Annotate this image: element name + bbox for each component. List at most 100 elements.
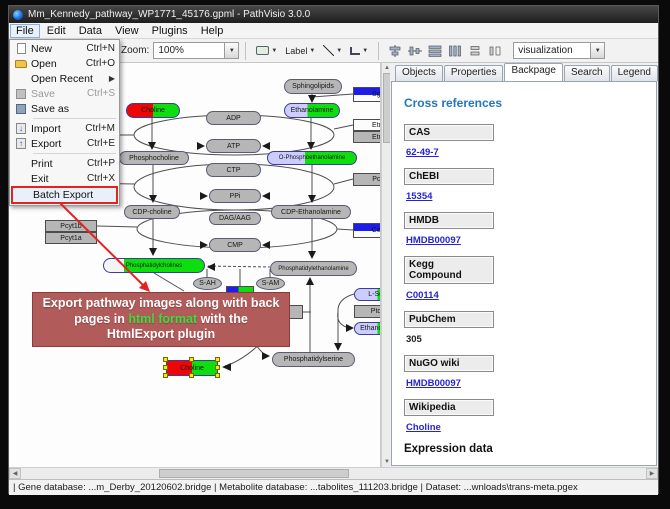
tab-objects[interactable]: Objects bbox=[395, 65, 443, 81]
node-label: S-AM bbox=[262, 280, 280, 287]
node-phosphocholine[interactable]: Phosphocholine bbox=[119, 151, 189, 165]
tab-search[interactable]: Search bbox=[564, 65, 610, 81]
connector-tool-button[interactable]: ▼ bbox=[346, 41, 372, 60]
horizontal-scroll-thumb[interactable] bbox=[159, 469, 349, 478]
file-menu: NewCtrl+NOpenCtrl+OOpen Recent▶SaveCtrl+… bbox=[9, 39, 120, 206]
node-sphingolipids[interactable]: Sphingolipids bbox=[284, 79, 342, 94]
file-menu-item-open-recent[interactable]: Open Recent▶ bbox=[11, 71, 118, 86]
xref-link[interactable]: 62-49-7 bbox=[406, 147, 656, 158]
line-tool-button[interactable]: ▼ bbox=[319, 41, 346, 60]
menu-file[interactable]: File bbox=[10, 24, 40, 38]
selection-handle[interactable] bbox=[163, 357, 168, 362]
scroll-left-arrow[interactable]: ◀ bbox=[9, 468, 21, 479]
selection-handle[interactable] bbox=[163, 373, 168, 378]
file-menu-item-save-as[interactable]: Save as bbox=[11, 101, 118, 116]
node-label: Sphingolipids bbox=[292, 83, 334, 90]
xref-title: CAS bbox=[404, 124, 494, 141]
file-menu-item-save[interactable]: SaveCtrl+S bbox=[11, 86, 118, 101]
distribute-vertical-button[interactable] bbox=[425, 41, 445, 60]
node-sgpl1[interactable]: Sgpl1 bbox=[353, 87, 381, 102]
file-menu-item-exit[interactable]: ExitCtrl+X bbox=[11, 171, 118, 186]
stack-vertical-button[interactable] bbox=[465, 41, 485, 60]
selection-handle[interactable] bbox=[215, 373, 220, 378]
stack-horizontal-button[interactable] bbox=[485, 41, 505, 60]
node-label: PPi bbox=[230, 193, 241, 200]
node-s-am[interactable]: S-AM bbox=[256, 277, 285, 290]
node-ptdss2[interactable]: Ptdss2 bbox=[354, 305, 381, 318]
node-label: ATP bbox=[227, 143, 240, 150]
node-label: Ethanolamine bbox=[360, 325, 380, 332]
screenshot-stage: Mm_Kennedy_pathway_WP1771_45176.gpml - P… bbox=[0, 0, 670, 509]
save-as-icon bbox=[16, 104, 26, 114]
align-center-button[interactable] bbox=[385, 41, 405, 60]
node-ppi[interactable]: PPi bbox=[209, 189, 261, 203]
xref-section-cas: CAS 62-49-7 bbox=[404, 124, 656, 158]
node-ctp[interactable]: CTP bbox=[206, 163, 261, 177]
node-dag-aag[interactable]: DAG/AAG bbox=[209, 212, 261, 225]
visualization-dropdown-button[interactable]: ▼ bbox=[590, 43, 604, 58]
node-pcyt2[interactable]: Pcyt2 bbox=[353, 173, 381, 186]
xref-link[interactable]: C00114 bbox=[406, 290, 656, 301]
node-cmp[interactable]: CMP bbox=[209, 238, 261, 252]
visualization-combobox[interactable]: visualization ▼ bbox=[513, 42, 605, 59]
node-choline-top[interactable]: Choline bbox=[126, 103, 180, 118]
menu-edit[interactable]: Edit bbox=[41, 24, 72, 38]
tab-properties[interactable]: Properties bbox=[444, 65, 504, 81]
side-panel-tabs: ObjectsPropertiesBackpageSearchLegend bbox=[390, 63, 658, 81]
file-menu-item-open[interactable]: OpenCtrl+O bbox=[11, 56, 118, 71]
zoom-dropdown-button[interactable]: ▼ bbox=[224, 43, 238, 58]
status-text: | Gene database: ...m_Derby_20120602.bri… bbox=[13, 482, 578, 493]
distribute-horizontal-button[interactable] bbox=[445, 41, 465, 60]
node-adp[interactable]: ADP bbox=[206, 111, 261, 125]
window-title: Mm_Kennedy_pathway_WP1771_45176.gpml - P… bbox=[28, 9, 310, 20]
datanode-tool-button[interactable]: ▼ bbox=[252, 41, 281, 60]
menu-help[interactable]: Help bbox=[195, 24, 230, 38]
file-menu-item-new[interactable]: NewCtrl+N bbox=[11, 41, 118, 56]
node-cdp-choline[interactable]: CDP-choline bbox=[124, 205, 180, 219]
expression-data-heading: Expression data bbox=[404, 443, 656, 455]
file-menu-item-print[interactable]: PrintCtrl+P bbox=[11, 156, 118, 171]
horizontal-scrollbar[interactable]: ◀ ▶ bbox=[9, 467, 658, 479]
node-cept1[interactable]: Cept1 bbox=[353, 223, 381, 238]
node-etnk2[interactable]: Etnk2 bbox=[353, 131, 381, 143]
node-etnk1[interactable]: Etnk1 bbox=[353, 119, 381, 131]
xref-link[interactable]: HMDB00097 bbox=[406, 235, 656, 246]
node-atp[interactable]: ATP bbox=[206, 139, 261, 153]
menu-view[interactable]: View bbox=[109, 24, 145, 38]
tab-legend[interactable]: Legend bbox=[611, 65, 658, 81]
file-menu-item-import[interactable]: ↓ImportCtrl+M bbox=[11, 121, 118, 136]
xref-link[interactable]: Choline bbox=[406, 422, 656, 433]
canvas-vertical-scrollbar[interactable]: ▲ ▼ bbox=[381, 63, 390, 467]
menu-data[interactable]: Data bbox=[73, 24, 108, 38]
xref-link[interactable]: 15354 bbox=[406, 191, 656, 202]
menu-plugins[interactable]: Plugins bbox=[146, 24, 194, 38]
node-ethanolamine-bottom[interactable]: Ethanolamine bbox=[354, 322, 381, 335]
tab-backpage[interactable]: Backpage bbox=[504, 63, 562, 81]
node-cdp-ethanolamine[interactable]: CDP-Ethanolamine bbox=[271, 205, 351, 219]
node-phosphatidylethanolamine[interactable]: Phosphatidylethanolamine bbox=[270, 261, 357, 276]
backpage-content: Cross references CAS62-49-7ChEBI15354HMD… bbox=[391, 81, 657, 466]
selection-handle[interactable] bbox=[163, 365, 168, 370]
selection-handle[interactable] bbox=[215, 365, 220, 370]
node-o-phosphoethanolamine[interactable]: O-Phosphoethanolamine bbox=[267, 151, 357, 165]
selection-handle[interactable] bbox=[189, 373, 194, 378]
node-phosphatidylserine[interactable]: Phosphatidylserine bbox=[272, 352, 355, 367]
selection-handle[interactable] bbox=[189, 357, 194, 362]
node-s-ah[interactable]: S-AH bbox=[193, 277, 222, 290]
selection-handle[interactable] bbox=[215, 357, 220, 362]
node-l-serine[interactable]: L-Serine bbox=[354, 288, 381, 301]
xref-link[interactable]: HMDB00097 bbox=[406, 378, 656, 389]
align-middle-button[interactable] bbox=[405, 41, 425, 60]
node-phosphatidylcholines[interactable]: Phosphatidylcholines bbox=[103, 258, 205, 273]
line-icon bbox=[323, 45, 334, 56]
scroll-right-arrow[interactable]: ▶ bbox=[646, 468, 658, 479]
node-pcyt1b[interactable]: Pcyt1b bbox=[45, 220, 97, 232]
node-pcyt1a[interactable]: Pcyt1a bbox=[45, 232, 97, 244]
file-menu-item-export[interactable]: ↑ExportCtrl+E bbox=[11, 136, 118, 151]
zoom-combobox[interactable]: 100% ▼ bbox=[153, 42, 239, 59]
side-panel: ObjectsPropertiesBackpageSearchLegend Cr… bbox=[390, 63, 658, 467]
title-bar[interactable]: Mm_Kennedy_pathway_WP1771_45176.gpml - P… bbox=[9, 6, 658, 23]
node-ethanolamine-top[interactable]: Ethanolamine bbox=[284, 103, 340, 118]
file-menu-item-batch-export[interactable]: Batch Export bbox=[11, 186, 118, 204]
label-tool-button[interactable]: Label ▼ bbox=[281, 41, 319, 60]
